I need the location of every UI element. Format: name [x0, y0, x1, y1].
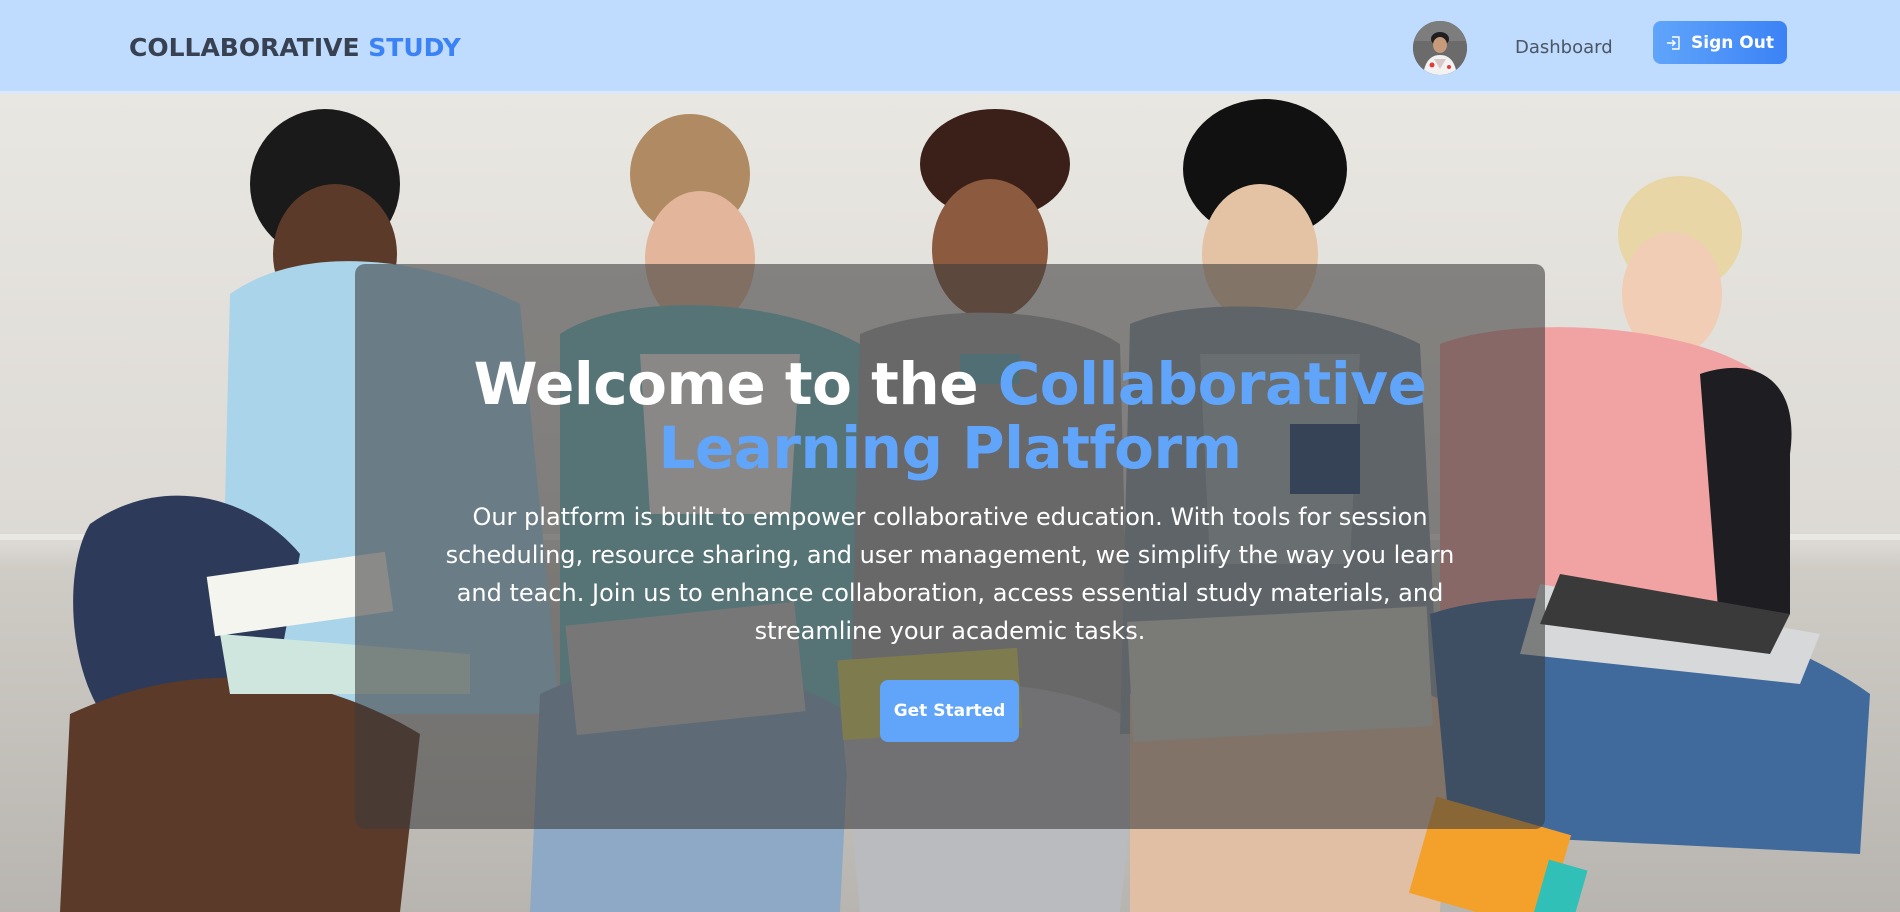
brand-logo[interactable]: COLLABORATIVE STUDY [129, 32, 461, 64]
user-avatar[interactable] [1413, 21, 1467, 75]
brand-text-accent: STUDY [368, 33, 461, 62]
hero-title-main: Welcome to the [473, 350, 979, 418]
navbar: COLLABORATIVE STUDY Dashboard Sign Out [0, 0, 1900, 94]
hero-description: Our platform is built to empower collabo… [445, 503, 1455, 645]
brand-text-primary: COLLABORATIVE [129, 33, 360, 62]
sign-out-icon [1666, 35, 1680, 50]
sign-out-button[interactable]: Sign Out [1653, 21, 1787, 64]
hero-section: Welcome to the Collaborative Learning Pl… [0, 94, 1900, 912]
avatar-photo-icon [1413, 21, 1467, 75]
dashboard-link[interactable]: Dashboard [1515, 36, 1613, 60]
sign-out-label: Sign Out [1691, 32, 1774, 53]
hero-title: Welcome to the Collaborative Learning Pl… [355, 352, 1545, 480]
get-started-button[interactable]: Get Started [880, 680, 1019, 742]
